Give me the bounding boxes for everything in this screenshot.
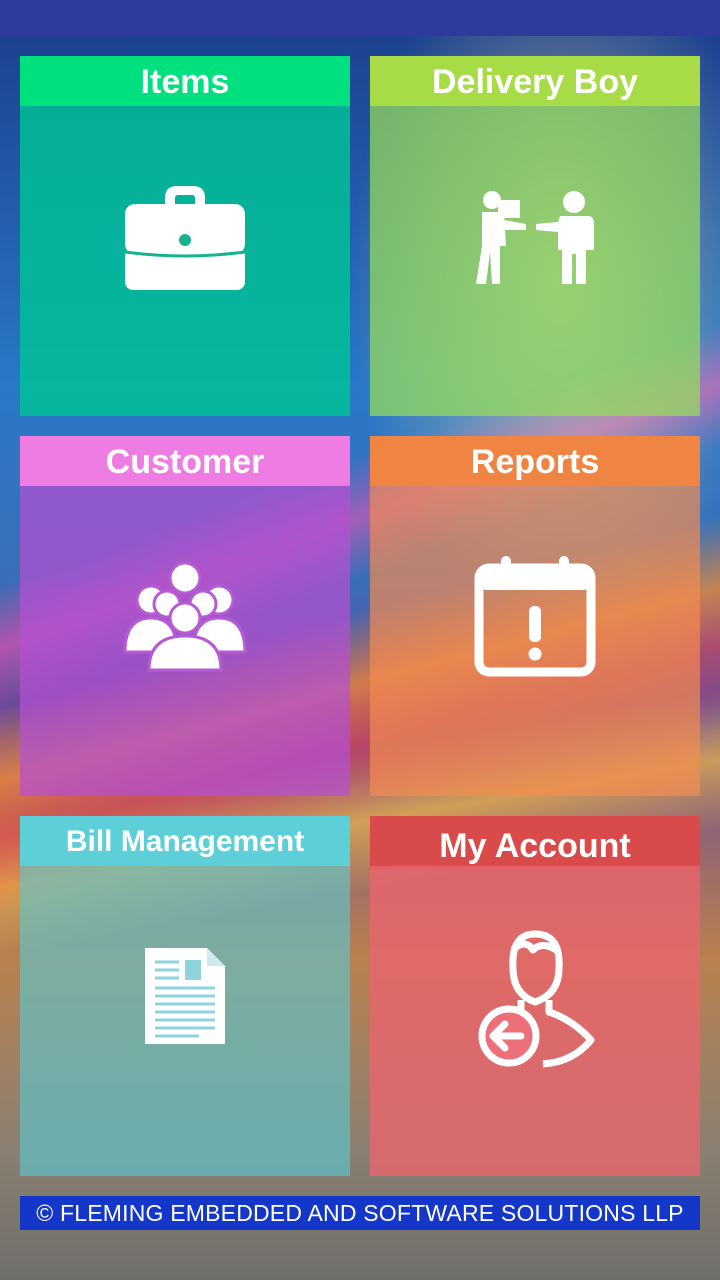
delivery-boy-body	[370, 106, 700, 416]
reports-body	[370, 486, 700, 796]
status-bar	[0, 0, 720, 36]
my-account-tile[interactable]: My Account	[370, 816, 700, 1176]
customer-tile[interactable]: Customer	[20, 436, 350, 796]
bill-management-body	[20, 866, 350, 1176]
bill-management-title: Bill Management	[20, 816, 350, 866]
calendar-alert-icon	[474, 556, 596, 677]
reports-tile[interactable]: Reports	[370, 436, 700, 796]
items-title: Items	[20, 56, 350, 106]
delivery-boy-tile[interactable]: Delivery Boy	[370, 56, 700, 416]
briefcase-icon	[124, 186, 246, 290]
customer-title: Customer	[20, 436, 350, 486]
group-icon	[123, 561, 247, 672]
bill-management-tile[interactable]: Bill Management	[20, 816, 350, 1176]
my-account-body	[370, 866, 700, 1176]
delivery-boy-icon	[476, 191, 594, 284]
user-logout-icon	[478, 930, 595, 1068]
delivery-boy-title: Delivery Boy	[370, 56, 700, 106]
document-icon	[145, 948, 225, 1044]
copyright-footer: © FLEMING EMBEDDED AND SOFTWARE SOLUTION…	[20, 1196, 700, 1230]
customer-body	[20, 486, 350, 796]
my-account-title: My Account	[370, 816, 700, 870]
reports-title: Reports	[370, 436, 700, 486]
items-tile[interactable]: Items	[20, 56, 350, 416]
items-body	[20, 106, 350, 416]
